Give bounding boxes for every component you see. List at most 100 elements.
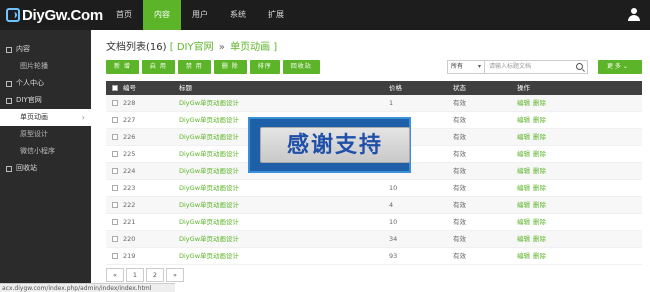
delete-link[interactable]: 删除 <box>533 218 546 226</box>
sidebar-item-single-page[interactable]: 单页动画 › <box>0 109 91 126</box>
banner-text: 感谢支持 <box>260 127 410 163</box>
row-checkbox[interactable] <box>106 129 123 145</box>
row-checkbox[interactable] <box>106 180 123 196</box>
cell-id: 227 <box>123 116 136 124</box>
breadcrumb-site[interactable]: DIY官网 <box>177 42 214 53</box>
nav-item-system[interactable]: 系统 <box>219 0 257 30</box>
table-row: 222 DiyGw单页动画设计 4 有效 编辑 删除 <box>106 197 642 214</box>
table-row: 219 DiyGw单页动画设计 93 有效 编辑 删除 <box>106 248 642 265</box>
cell-status: 有效 <box>453 201 466 209</box>
sidebar-group-label: 内容 <box>16 45 30 53</box>
delete-link[interactable]: 删除 <box>533 116 546 124</box>
checkbox-box <box>111 185 118 191</box>
cell-id: 225 <box>123 150 136 158</box>
edit-link[interactable]: 编辑 <box>517 235 530 243</box>
cell-id: 224 <box>123 167 136 175</box>
cell-title-link[interactable]: DiyGw单页动画设计 <box>179 197 389 213</box>
sidebar-group-content[interactable]: 内容 <box>0 41 91 58</box>
cell-id: 226 <box>123 133 136 141</box>
cell-id: 220 <box>123 235 136 243</box>
user-icon[interactable] <box>628 8 640 22</box>
checkbox-box <box>111 202 118 208</box>
delete-link[interactable]: 删除 <box>533 252 546 260</box>
nav-item-users[interactable]: 用户 <box>181 0 219 30</box>
delete-link[interactable]: 删除 <box>533 201 546 209</box>
enable-button[interactable]: 启 用 <box>141 60 175 74</box>
row-checkbox[interactable] <box>106 214 123 230</box>
delete-link[interactable]: 删除 <box>533 99 546 107</box>
table-row: 221 DiyGw单页动画设计 10 有效 编辑 删除 <box>106 214 642 231</box>
delete-link[interactable]: 删除 <box>533 184 546 192</box>
more-button[interactable]: 更 多 ⌄ <box>598 60 642 74</box>
sidebar-item-miniprogram[interactable]: 微信小程序 <box>0 143 91 160</box>
page-1[interactable]: 1 <box>126 268 144 282</box>
row-checkbox[interactable] <box>106 112 123 128</box>
cell-title-link[interactable]: DiyGw单页动画设计 <box>179 180 389 196</box>
search-input[interactable]: 请输入标题文档 <box>484 60 588 74</box>
checkbox-box <box>111 236 118 242</box>
sidebar-group-diy[interactable]: DIY官网 <box>0 92 91 109</box>
delete-link[interactable]: 删除 <box>533 235 546 243</box>
row-checkbox[interactable] <box>106 231 123 247</box>
sort-button[interactable]: 排序 <box>249 60 280 74</box>
user-icon-body <box>628 15 640 21</box>
cell-price: 4 <box>389 201 394 209</box>
nav-item-extend[interactable]: 扩展 <box>257 0 295 30</box>
breadcrumb-page[interactable]: 单页动画 <box>230 42 270 53</box>
nav-item-content[interactable]: 内容 <box>143 0 181 30</box>
edit-link[interactable]: 编辑 <box>517 133 530 141</box>
checkbox-box <box>111 168 118 174</box>
row-checkbox[interactable] <box>106 197 123 213</box>
cell-status: 有效 <box>453 235 466 243</box>
edit-link[interactable]: 编辑 <box>517 116 530 124</box>
sidebar-group-label: 回收站 <box>16 164 37 172</box>
page-prev[interactable]: « <box>106 268 124 282</box>
page-next[interactable]: » <box>166 268 184 282</box>
cell-title-link[interactable]: DiyGw单页动画设计 <box>179 214 389 230</box>
row-checkbox[interactable] <box>106 163 123 179</box>
table-header: 编号 标题 价格 状态 操作 <box>106 81 642 95</box>
page-2[interactable]: 2 <box>146 268 164 282</box>
cell-ops: 编辑 删除 <box>517 214 642 230</box>
cell-id: 222 <box>123 201 136 209</box>
recycle-bin-button[interactable]: 回收站 <box>282 60 320 74</box>
nav-item-home[interactable]: 首页 <box>105 0 143 30</box>
status-filter-select[interactable]: 所有 ▾ <box>447 60 485 74</box>
sidebar-group-personal[interactable]: 个人中心 <box>0 75 91 92</box>
cell-ops: 编辑 删除 <box>517 146 642 162</box>
edit-link[interactable]: 编辑 <box>517 184 530 192</box>
header-price: 价格 <box>389 84 402 92</box>
edit-link[interactable]: 编辑 <box>517 252 530 260</box>
edit-link[interactable]: 编辑 <box>517 167 530 175</box>
row-checkbox[interactable] <box>106 95 123 111</box>
edit-link[interactable]: 编辑 <box>517 201 530 209</box>
row-checkbox[interactable] <box>106 146 123 162</box>
cell-title-link[interactable]: DiyGw单页动画设计 <box>179 95 389 111</box>
search-icon[interactable] <box>576 63 583 70</box>
sidebar-group-recycle[interactable]: 回收站 <box>0 160 91 177</box>
sidebar-item-prototype[interactable]: 原型设计 <box>0 126 91 143</box>
cell-ops: 编辑 删除 <box>517 248 642 264</box>
cell-title-link[interactable]: DiyGw单页动画设计 <box>179 231 389 247</box>
delete-link[interactable]: 删除 <box>533 167 546 175</box>
cell-ops: 编辑 删除 <box>517 163 642 179</box>
main-nav: 首页 内容 用户 系统 扩展 <box>105 0 295 30</box>
edit-link[interactable]: 编辑 <box>517 99 530 107</box>
select-all-checkbox[interactable] <box>106 81 123 95</box>
sidebar-group-label: 个人中心 <box>16 79 44 87</box>
delete-link[interactable]: 删除 <box>533 150 546 158</box>
add-button[interactable]: 新 增 <box>106 60 139 74</box>
user-icon-head <box>631 8 637 14</box>
edit-link[interactable]: 编辑 <box>517 150 530 158</box>
cell-title-link[interactable]: DiyGw单页动画设计 <box>179 248 389 264</box>
sidebar-item-carousel[interactable]: 图片轮播 <box>0 58 91 75</box>
logo[interactable]: DiyGw.Com <box>6 4 103 26</box>
disable-button[interactable]: 禁 用 <box>177 60 211 74</box>
action-toolbar: 新 增 启 用 禁 用 删 除 排序 回收站 <box>106 60 320 74</box>
row-checkbox[interactable] <box>106 248 123 264</box>
edit-link[interactable]: 编辑 <box>517 218 530 226</box>
browser-status-bar: acx.diygw.com/index.php/admin/index/inde… <box>0 283 175 292</box>
delete-button[interactable]: 删 除 <box>213 60 247 74</box>
delete-link[interactable]: 删除 <box>533 133 546 141</box>
cell-price: 1 <box>389 99 394 107</box>
